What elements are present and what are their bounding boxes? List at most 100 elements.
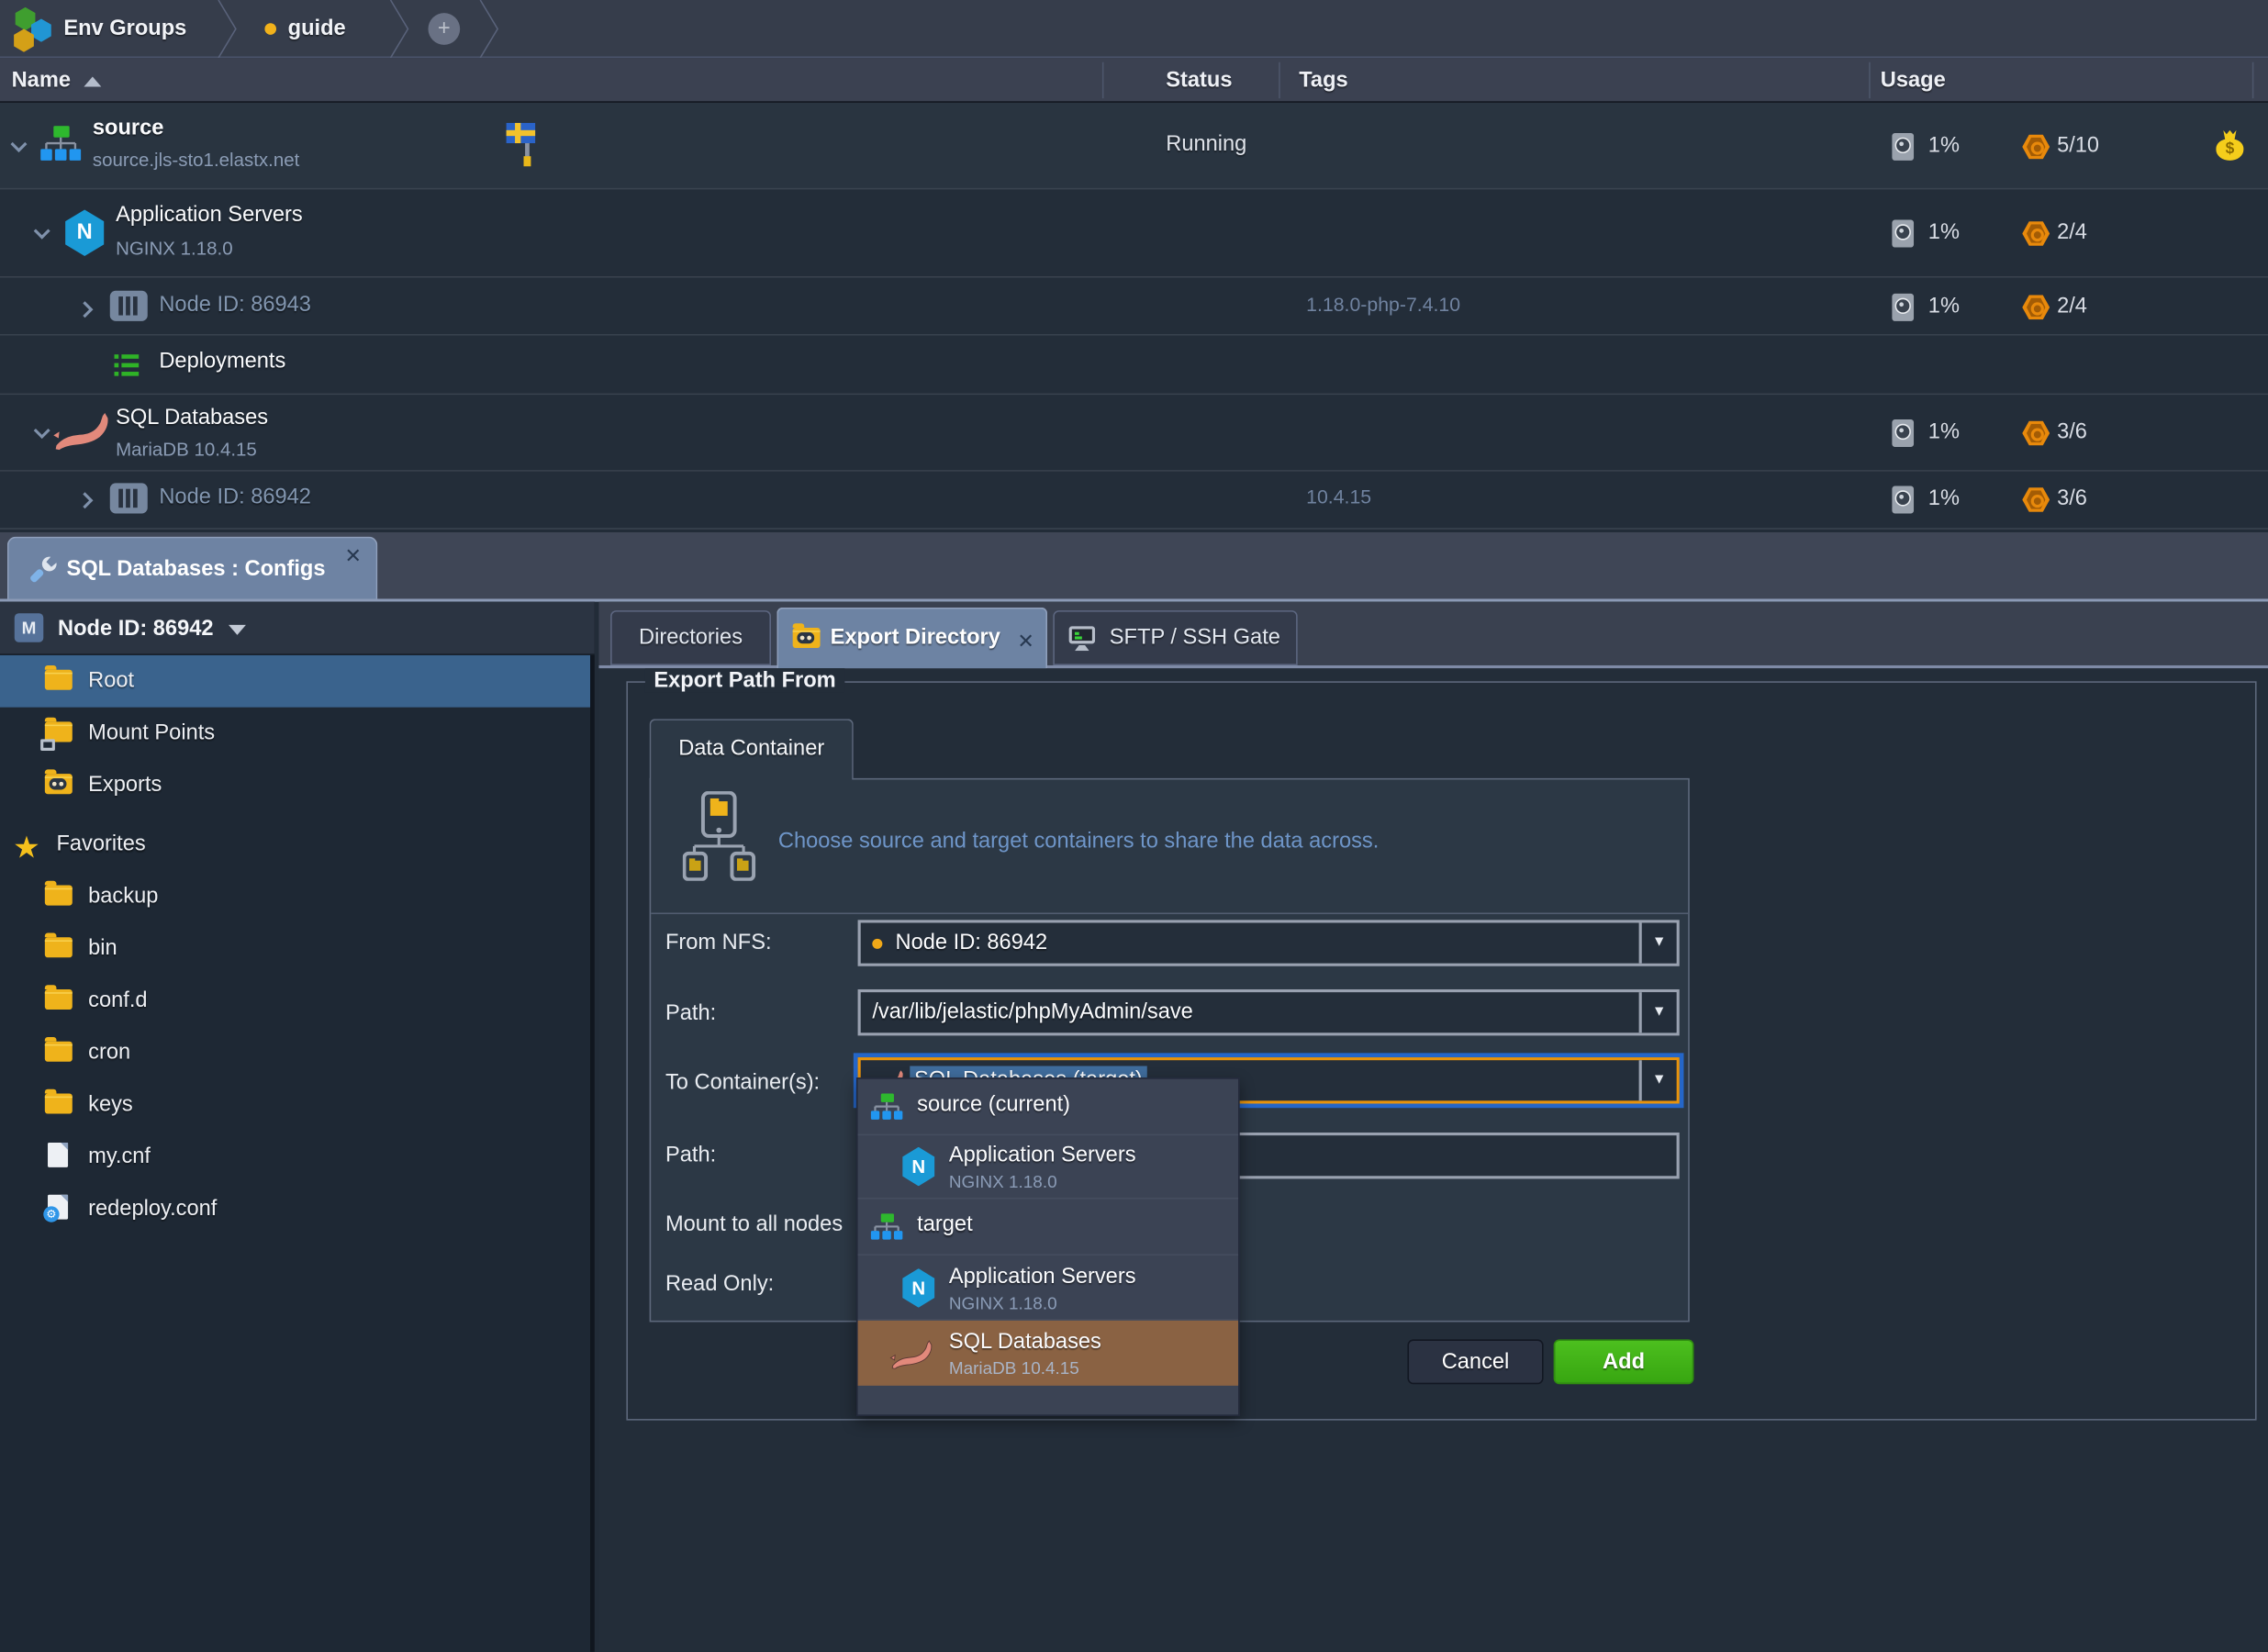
folder-icon	[45, 989, 73, 1010]
cloudlet-quota: 3/6	[2057, 486, 2087, 511]
table-row-node-86942[interactable]: Node ID: 86942 10.4.15 1% 3/6	[0, 472, 2268, 530]
node-selector[interactable]: M Node ID: 86942	[0, 602, 595, 655]
breadcrumb-separator-icon	[477, 0, 500, 58]
config-file-icon: ⚙	[48, 1195, 68, 1220]
node-title: Node ID: 86943	[159, 292, 311, 317]
file-icon	[48, 1143, 68, 1167]
table-row-node-86943[interactable]: Node ID: 86943 1.18.0-php-7.4.10 1% 2/4	[0, 278, 2268, 336]
column-usage[interactable]: Usage	[1881, 58, 1946, 103]
tab-sftp-ssh-gate[interactable]: SFTP / SSH Gate	[1053, 610, 1297, 665]
env-status-dot	[264, 23, 276, 35]
breadcrumb-env-groups[interactable]: Env Groups	[63, 0, 186, 58]
mount-monitor-icon	[40, 739, 55, 751]
path-combo[interactable]: /var/lib/jelastic/phpMyAdmin/save ▼	[858, 989, 1680, 1035]
combo-arrow-button[interactable]: ▼	[1639, 992, 1677, 1032]
file-tree-sidebar: M Node ID: 86942 Root Mount Points Expor…	[0, 602, 595, 1652]
container-icon	[110, 483, 148, 513]
platform-logo-icon[interactable]	[12, 7, 55, 50]
collapse-chevron-icon[interactable]	[32, 227, 52, 240]
close-icon[interactable]: ✕	[345, 544, 362, 569]
sidebar-item-mount-points[interactable]: Mount Points	[0, 708, 590, 760]
cpu-usage: 1%	[1928, 486, 1960, 511]
cancel-button[interactable]: Cancel	[1407, 1339, 1543, 1384]
wrench-icon	[29, 553, 61, 585]
deployments-title: Deployments	[159, 349, 285, 374]
cloudlet-quota: 2/4	[2057, 220, 2087, 245]
sidebar-group-favorites[interactable]: ★ Favorites	[0, 819, 590, 871]
configs-content: Directories Export Directory ✕ SFTP / SS…	[598, 602, 2268, 1652]
fieldset-legend: Export Path From	[645, 668, 844, 693]
column-status[interactable]: Status	[1166, 58, 1232, 103]
combo-arrow-button[interactable]: ▼	[1639, 1060, 1677, 1100]
dropdown-item-sql-databases-target[interactable]: SQL Databases MariaDB 10.4.15	[858, 1321, 1238, 1386]
gear-icon: ⚙	[43, 1206, 59, 1222]
collapse-chevron-icon[interactable]	[8, 140, 28, 153]
path2-label: Path:	[665, 1141, 716, 1170]
table-row-sql-databases[interactable]: SQL Databases MariaDB 10.4.15 1% 3/6	[0, 395, 2268, 472]
sidebar-item-root[interactable]: Root	[0, 655, 590, 708]
table-row-deployments[interactable]: Deployments	[0, 336, 2268, 396]
node-title: Node ID: 86942	[159, 485, 311, 509]
disk-usage-icon	[1892, 133, 1914, 161]
combo-arrow-button[interactable]: ▼	[1639, 922, 1677, 963]
link-icon	[50, 778, 67, 790]
sidebar-item-exports[interactable]: Exports	[0, 759, 590, 811]
add-env-group-button[interactable]: +	[428, 13, 460, 45]
deployments-icon	[115, 354, 140, 376]
table-row-env-source[interactable]: source source.jls-sto1.elastx.net Runnin…	[0, 103, 2268, 190]
nginx-icon: N	[901, 1147, 936, 1187]
dropdown-item-app-servers-target[interactable]: N Application Servers NGINX 1.18.0	[858, 1256, 1238, 1321]
collapse-chevron-icon[interactable]	[32, 427, 52, 440]
from-nfs-combo[interactable]: Node ID: 86942 ▼	[858, 920, 1680, 966]
cpu-usage: 1%	[1928, 220, 1960, 245]
mariadb-icon	[889, 1339, 933, 1369]
sidebar-item-keys[interactable]: keys	[0, 1079, 590, 1132]
billing-icon[interactable]: $	[2216, 130, 2243, 161]
breadcrumb-separator-icon	[216, 0, 239, 58]
sidebar-item-cron[interactable]: cron	[0, 1027, 590, 1079]
column-tags[interactable]: Tags	[1299, 58, 1347, 103]
tab-sql-databases-configs[interactable]: SQL Databases : Configs ✕	[7, 537, 377, 599]
column-name[interactable]: Name	[12, 58, 71, 103]
sidebar-item-mycnf[interactable]: my.cnf	[0, 1131, 590, 1183]
tab-directories[interactable]: Directories	[610, 610, 771, 665]
sort-ascending-icon[interactable]	[84, 77, 101, 87]
environment-icon	[871, 1093, 903, 1122]
expand-chevron-icon[interactable]	[81, 490, 94, 510]
sidebar-item-backup[interactable]: backup	[0, 871, 590, 923]
status-value: Running	[1166, 131, 1246, 156]
tab-data-container[interactable]: Data Container	[650, 719, 854, 779]
dropdown-item-target[interactable]: target	[858, 1200, 1238, 1256]
terminal-icon	[1069, 626, 1099, 651]
dropdown-item-source-current[interactable]: source (current)	[858, 1079, 1238, 1135]
configs-panel-tabbar: SQL Databases : Configs ✕	[0, 532, 2268, 602]
sidebar-item-confd[interactable]: conf.d	[0, 975, 590, 1027]
link-icon	[797, 632, 814, 644]
cloudlet-usage-icon	[2022, 221, 2050, 246]
node-tag: 1.18.0-php-7.4.10	[1306, 294, 1460, 316]
dropdown-item-app-servers-source[interactable]: N Application Servers NGINX 1.18.0	[858, 1135, 1238, 1199]
breadcrumb-separator-icon	[387, 0, 410, 58]
breadcrumb-env-guide[interactable]: guide	[288, 0, 346, 58]
folder-icon	[45, 1093, 73, 1113]
table-row-app-servers[interactable]: N Application Servers NGINX 1.18.0 1% 2/…	[0, 189, 2268, 277]
expand-chevron-icon[interactable]	[81, 299, 94, 319]
star-icon: ★	[13, 823, 40, 876]
sidebar-item-redeployconf[interactable]: ⚙redeploy.conf	[0, 1183, 590, 1235]
folder-icon	[45, 670, 73, 690]
node-selector-label: Node ID: 86942	[58, 602, 245, 655]
close-icon[interactable]: ✕	[1017, 612, 1033, 670]
breadcrumb: Env Groups guide +	[0, 0, 2268, 58]
tab-export-directory[interactable]: Export Directory ✕	[776, 608, 1047, 668]
path-label: Path:	[665, 999, 716, 1029]
add-button[interactable]: Add	[1554, 1339, 1694, 1384]
cpu-usage: 1%	[1928, 419, 1960, 444]
cpu-usage: 1%	[1928, 133, 1960, 158]
mariadb-node-icon: M	[15, 613, 44, 642]
sidebar-item-bin[interactable]: bin	[0, 922, 590, 975]
app-window: Env Groups guide + Name Status Tags Usag…	[0, 0, 2268, 1652]
disk-usage-icon	[1892, 419, 1914, 447]
disk-usage-icon	[1892, 220, 1914, 248]
separator	[651, 912, 1688, 914]
cloudlet-usage-icon	[2022, 487, 2050, 512]
